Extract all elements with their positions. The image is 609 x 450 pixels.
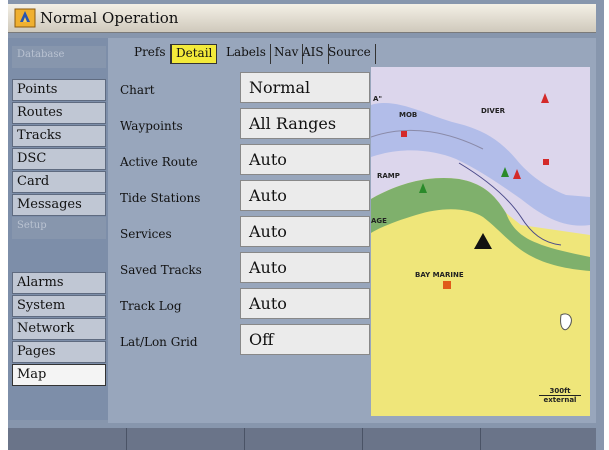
nautical-chart <box>371 67 590 416</box>
sidebar-header-setup: Setup <box>12 217 106 239</box>
setting-value-services[interactable]: Auto <box>240 216 370 247</box>
sidebar-header-database: Database <box>12 46 106 68</box>
map-label-ramp: RAMP <box>377 172 400 180</box>
map-label-a: A" <box>373 95 383 103</box>
softkey-5[interactable] <box>480 428 598 450</box>
softkey-bar <box>8 428 596 450</box>
title-bar: Normal Operation <box>8 4 596 33</box>
sidebar-item-map[interactable]: Map <box>12 364 106 386</box>
map-scale-bar: 300ft external <box>539 387 581 409</box>
setting-label-active-route: Active Route <box>120 155 198 169</box>
setting-value-saved-tracks[interactable]: Auto <box>240 252 370 283</box>
tab-prefs[interactable]: Prefs <box>130 44 171 64</box>
setting-label-chart: Chart <box>120 83 155 97</box>
tab-detail[interactable]: Detail <box>171 44 218 64</box>
setting-value-chart[interactable]: Normal <box>240 72 370 103</box>
setting-value-track-log[interactable]: Auto <box>240 288 370 319</box>
sidebar-item-points[interactable]: Points <box>12 79 106 101</box>
setting-value-active-route[interactable]: Auto <box>240 144 370 175</box>
map-label-diver: DIVER <box>481 107 506 115</box>
sidebar-menu: Database Points Routes Tracks DSC Card M… <box>8 38 108 420</box>
sidebar-item-alarms[interactable]: Alarms <box>12 272 106 294</box>
garmin-logo-icon <box>14 8 36 28</box>
setting-label-waypoints: Waypoints <box>120 119 183 133</box>
map-scale-value: 300ft <box>549 387 571 395</box>
softkey-4[interactable] <box>362 428 481 450</box>
sidebar-item-system[interactable]: System <box>12 295 106 317</box>
softkey-3[interactable] <box>244 428 363 450</box>
tab-source[interactable]: Source <box>324 44 376 64</box>
map-source-label: external <box>539 395 581 404</box>
setting-label-services: Services <box>120 227 172 241</box>
setting-value-waypoints[interactable]: All Ranges <box>240 108 370 139</box>
softkey-2[interactable] <box>126 428 245 450</box>
setting-value-lat-lon-grid[interactable]: Off <box>240 324 370 355</box>
sidebar-item-network[interactable]: Network <box>12 318 106 340</box>
softkey-1[interactable] <box>8 428 127 450</box>
sidebar-item-card[interactable]: Card <box>12 171 106 193</box>
sidebar-item-tracks[interactable]: Tracks <box>12 125 106 147</box>
setting-label-saved-tracks: Saved Tracks <box>120 263 202 277</box>
tab-labels[interactable]: Labels <box>222 44 271 64</box>
setting-label-track-log: Track Log <box>120 299 182 313</box>
sidebar-item-messages[interactable]: Messages <box>12 194 106 216</box>
map-preview[interactable]: A" DIVER MOB RAMP AGE BAY MARINE 300ft e… <box>371 67 590 416</box>
map-label-bay-marine: BAY MARINE <box>415 271 464 279</box>
setting-label-lat-lon-grid: Lat/Lon Grid <box>120 335 198 349</box>
sidebar-item-routes[interactable]: Routes <box>12 102 106 124</box>
map-label-age: AGE <box>371 217 387 225</box>
page-title: Normal Operation <box>40 9 179 27</box>
setting-value-tide-stations[interactable]: Auto <box>240 180 370 211</box>
setting-label-tide-stations: Tide Stations <box>120 191 201 205</box>
sidebar-item-pages[interactable]: Pages <box>12 341 106 363</box>
map-label-mob: MOB <box>399 111 418 119</box>
sidebar-item-dsc[interactable]: DSC <box>12 148 106 170</box>
